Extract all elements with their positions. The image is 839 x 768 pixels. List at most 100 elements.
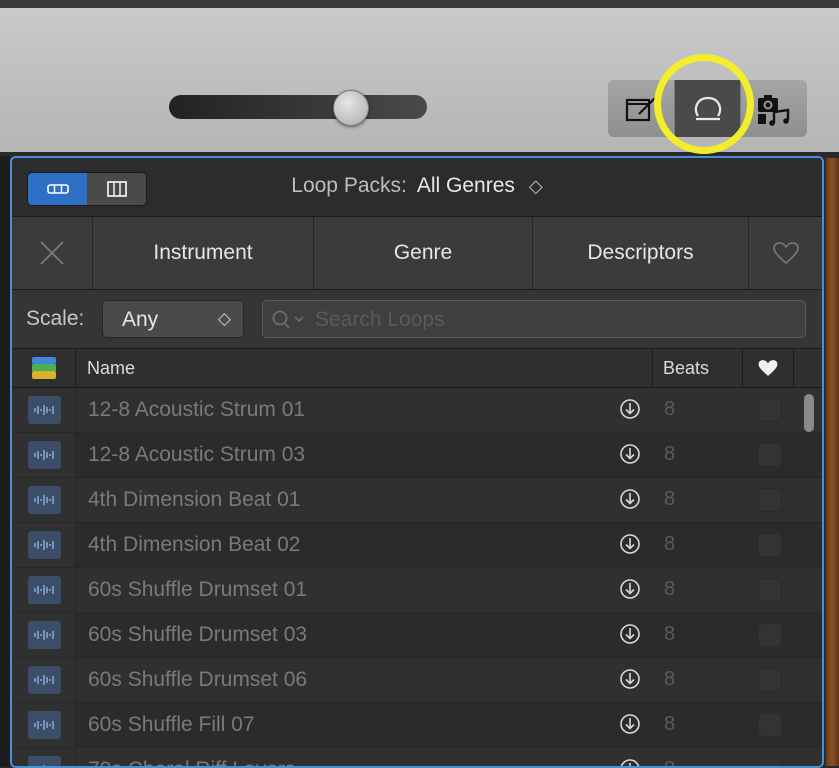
list-scrollbar[interactable] xyxy=(804,394,814,432)
loop-type-cell xyxy=(12,388,76,432)
table-row[interactable]: 60s Shuffle Drumset 03 8 xyxy=(12,613,822,658)
loop-name: 12-8 Acoustic Strum 01 xyxy=(88,398,306,421)
filter-instrument[interactable]: Instrument xyxy=(93,217,314,289)
column-beats[interactable]: Beats xyxy=(663,349,709,387)
loop-type-cell xyxy=(12,748,76,766)
loop-list: 12-8 Acoustic Strum 01 8 12-8 Acoustic Str… xyxy=(12,388,822,766)
favorite-checkbox[interactable] xyxy=(758,623,782,647)
heart-filled-icon xyxy=(758,360,778,376)
audio-loop-icon xyxy=(28,441,61,469)
download-icon[interactable] xyxy=(619,533,641,560)
loop-beats: 8 xyxy=(664,443,676,465)
table-row[interactable]: 12-8 Acoustic Strum 03 8 xyxy=(12,433,822,478)
loop-name: 4th Dimension Beat 01 xyxy=(88,488,301,511)
loop-type-cell xyxy=(12,613,76,657)
loop-beats: 8 xyxy=(664,533,676,555)
note-pad-icon xyxy=(625,96,656,121)
audio-loop-icon xyxy=(28,486,61,514)
loop-name: 70s Choral Riff Layers xyxy=(88,758,295,766)
table-row[interactable]: 70s Choral Riff Layers 8 xyxy=(12,748,822,766)
favorite-checkbox[interactable] xyxy=(758,668,782,692)
loop-type-cell xyxy=(12,703,76,747)
loop-type-column-icon[interactable] xyxy=(32,349,56,387)
column-name[interactable]: Name xyxy=(87,349,135,387)
favorite-checkbox[interactable] xyxy=(758,398,782,422)
loop-beats: 8 xyxy=(664,623,676,645)
scale-label: Scale: xyxy=(26,307,85,330)
heart-icon xyxy=(772,242,799,265)
loop-packs-label: Loop Packs: xyxy=(291,174,407,197)
loop-name: 4th Dimension Beat 02 xyxy=(88,533,301,556)
loop-name: 60s Shuffle Fill 07 xyxy=(88,713,255,736)
loop-browser-header: Loop Packs: All Genres ◇ xyxy=(12,158,822,217)
audio-loop-icon xyxy=(28,531,61,559)
column-header: Name Beats xyxy=(12,349,822,388)
search-bar: Scale: Any ◇ xyxy=(12,290,822,349)
loop-beats: 8 xyxy=(664,758,675,766)
loop-browser: Loop Packs: All Genres ◇ Instrument Genre … xyxy=(10,156,824,768)
loop-beats: 8 xyxy=(664,488,676,510)
favorite-checkbox[interactable] xyxy=(758,488,782,512)
loop-type-cell xyxy=(12,658,76,702)
scale-value: Any xyxy=(122,308,159,331)
favorite-checkbox[interactable] xyxy=(758,533,782,557)
download-icon[interactable] xyxy=(619,398,641,425)
audio-loop-icon xyxy=(28,756,61,766)
volume-slider-knob[interactable] xyxy=(332,90,369,126)
table-row[interactable]: 60s Shuffle Drumset 06 8 xyxy=(12,658,822,703)
loop-name: 60s Shuffle Drumset 01 xyxy=(88,578,308,601)
up-down-chevron-icon: ◇ xyxy=(528,176,543,196)
wood-panel xyxy=(826,158,839,766)
top-toolbar xyxy=(0,0,839,154)
audio-loop-icon xyxy=(28,576,61,604)
search-icon xyxy=(272,310,304,329)
loop-beats: 8 xyxy=(664,578,676,600)
up-down-chevron-icon: ◇ xyxy=(217,309,231,328)
table-row[interactable]: 12-8 Acoustic Strum 01 8 xyxy=(12,388,822,433)
filter-descriptors[interactable]: Descriptors xyxy=(533,217,749,289)
table-row[interactable]: 60s Shuffle Drumset 01 8 xyxy=(12,568,822,613)
audio-loop-icon xyxy=(28,711,61,739)
loop-name: 12-8 Acoustic Strum 03 xyxy=(88,443,306,466)
download-icon[interactable] xyxy=(619,443,641,470)
download-icon[interactable] xyxy=(619,488,641,515)
download-icon[interactable] xyxy=(619,758,641,766)
favorite-checkbox[interactable] xyxy=(758,758,782,766)
search-field[interactable] xyxy=(262,300,806,338)
loop-type-cell xyxy=(12,433,76,477)
download-icon[interactable] xyxy=(619,668,641,695)
audio-loop-icon xyxy=(28,666,61,694)
tracks-edge xyxy=(0,156,10,766)
loop-type-cell xyxy=(12,523,76,567)
table-row[interactable]: 4th Dimension Beat 01 8 xyxy=(12,478,822,523)
filter-genre[interactable]: Genre xyxy=(314,217,533,289)
reset-filters-button[interactable] xyxy=(12,217,93,289)
column-favorite[interactable] xyxy=(757,349,779,387)
table-row[interactable]: 4th Dimension Beat 02 8 xyxy=(12,523,822,568)
filter-bar: Instrument Genre Descriptors xyxy=(12,217,822,290)
loop-beats: 8 xyxy=(664,668,676,690)
loop-type-cell xyxy=(12,478,76,522)
loop-beats: 8 xyxy=(664,398,676,420)
scale-select[interactable]: Any ◇ xyxy=(102,300,244,338)
audio-loop-icon xyxy=(28,621,61,649)
download-icon[interactable] xyxy=(619,713,641,740)
loop-beats: 8 xyxy=(664,713,676,735)
highlight-ring xyxy=(654,54,754,154)
loop-name: 60s Shuffle Drumset 06 xyxy=(88,668,308,691)
table-row[interactable]: 60s Shuffle Fill 07 8 xyxy=(12,703,822,748)
favorites-filter-button[interactable] xyxy=(749,217,822,289)
loop-packs-selector[interactable]: Loop Packs: All Genres ◇ xyxy=(12,174,822,198)
close-icon xyxy=(40,241,64,265)
media-browser-icon xyxy=(758,94,790,126)
download-icon[interactable] xyxy=(619,623,641,650)
loop-packs-value: All Genres xyxy=(416,174,515,197)
loop-type-cell xyxy=(12,568,76,612)
volume-slider[interactable] xyxy=(169,90,427,126)
search-input[interactable] xyxy=(313,303,797,337)
download-icon[interactable] xyxy=(619,578,641,605)
favorite-checkbox[interactable] xyxy=(758,443,782,467)
loop-name: 60s Shuffle Drumset 03 xyxy=(88,623,308,646)
favorite-checkbox[interactable] xyxy=(758,578,782,602)
favorite-checkbox[interactable] xyxy=(758,713,782,737)
